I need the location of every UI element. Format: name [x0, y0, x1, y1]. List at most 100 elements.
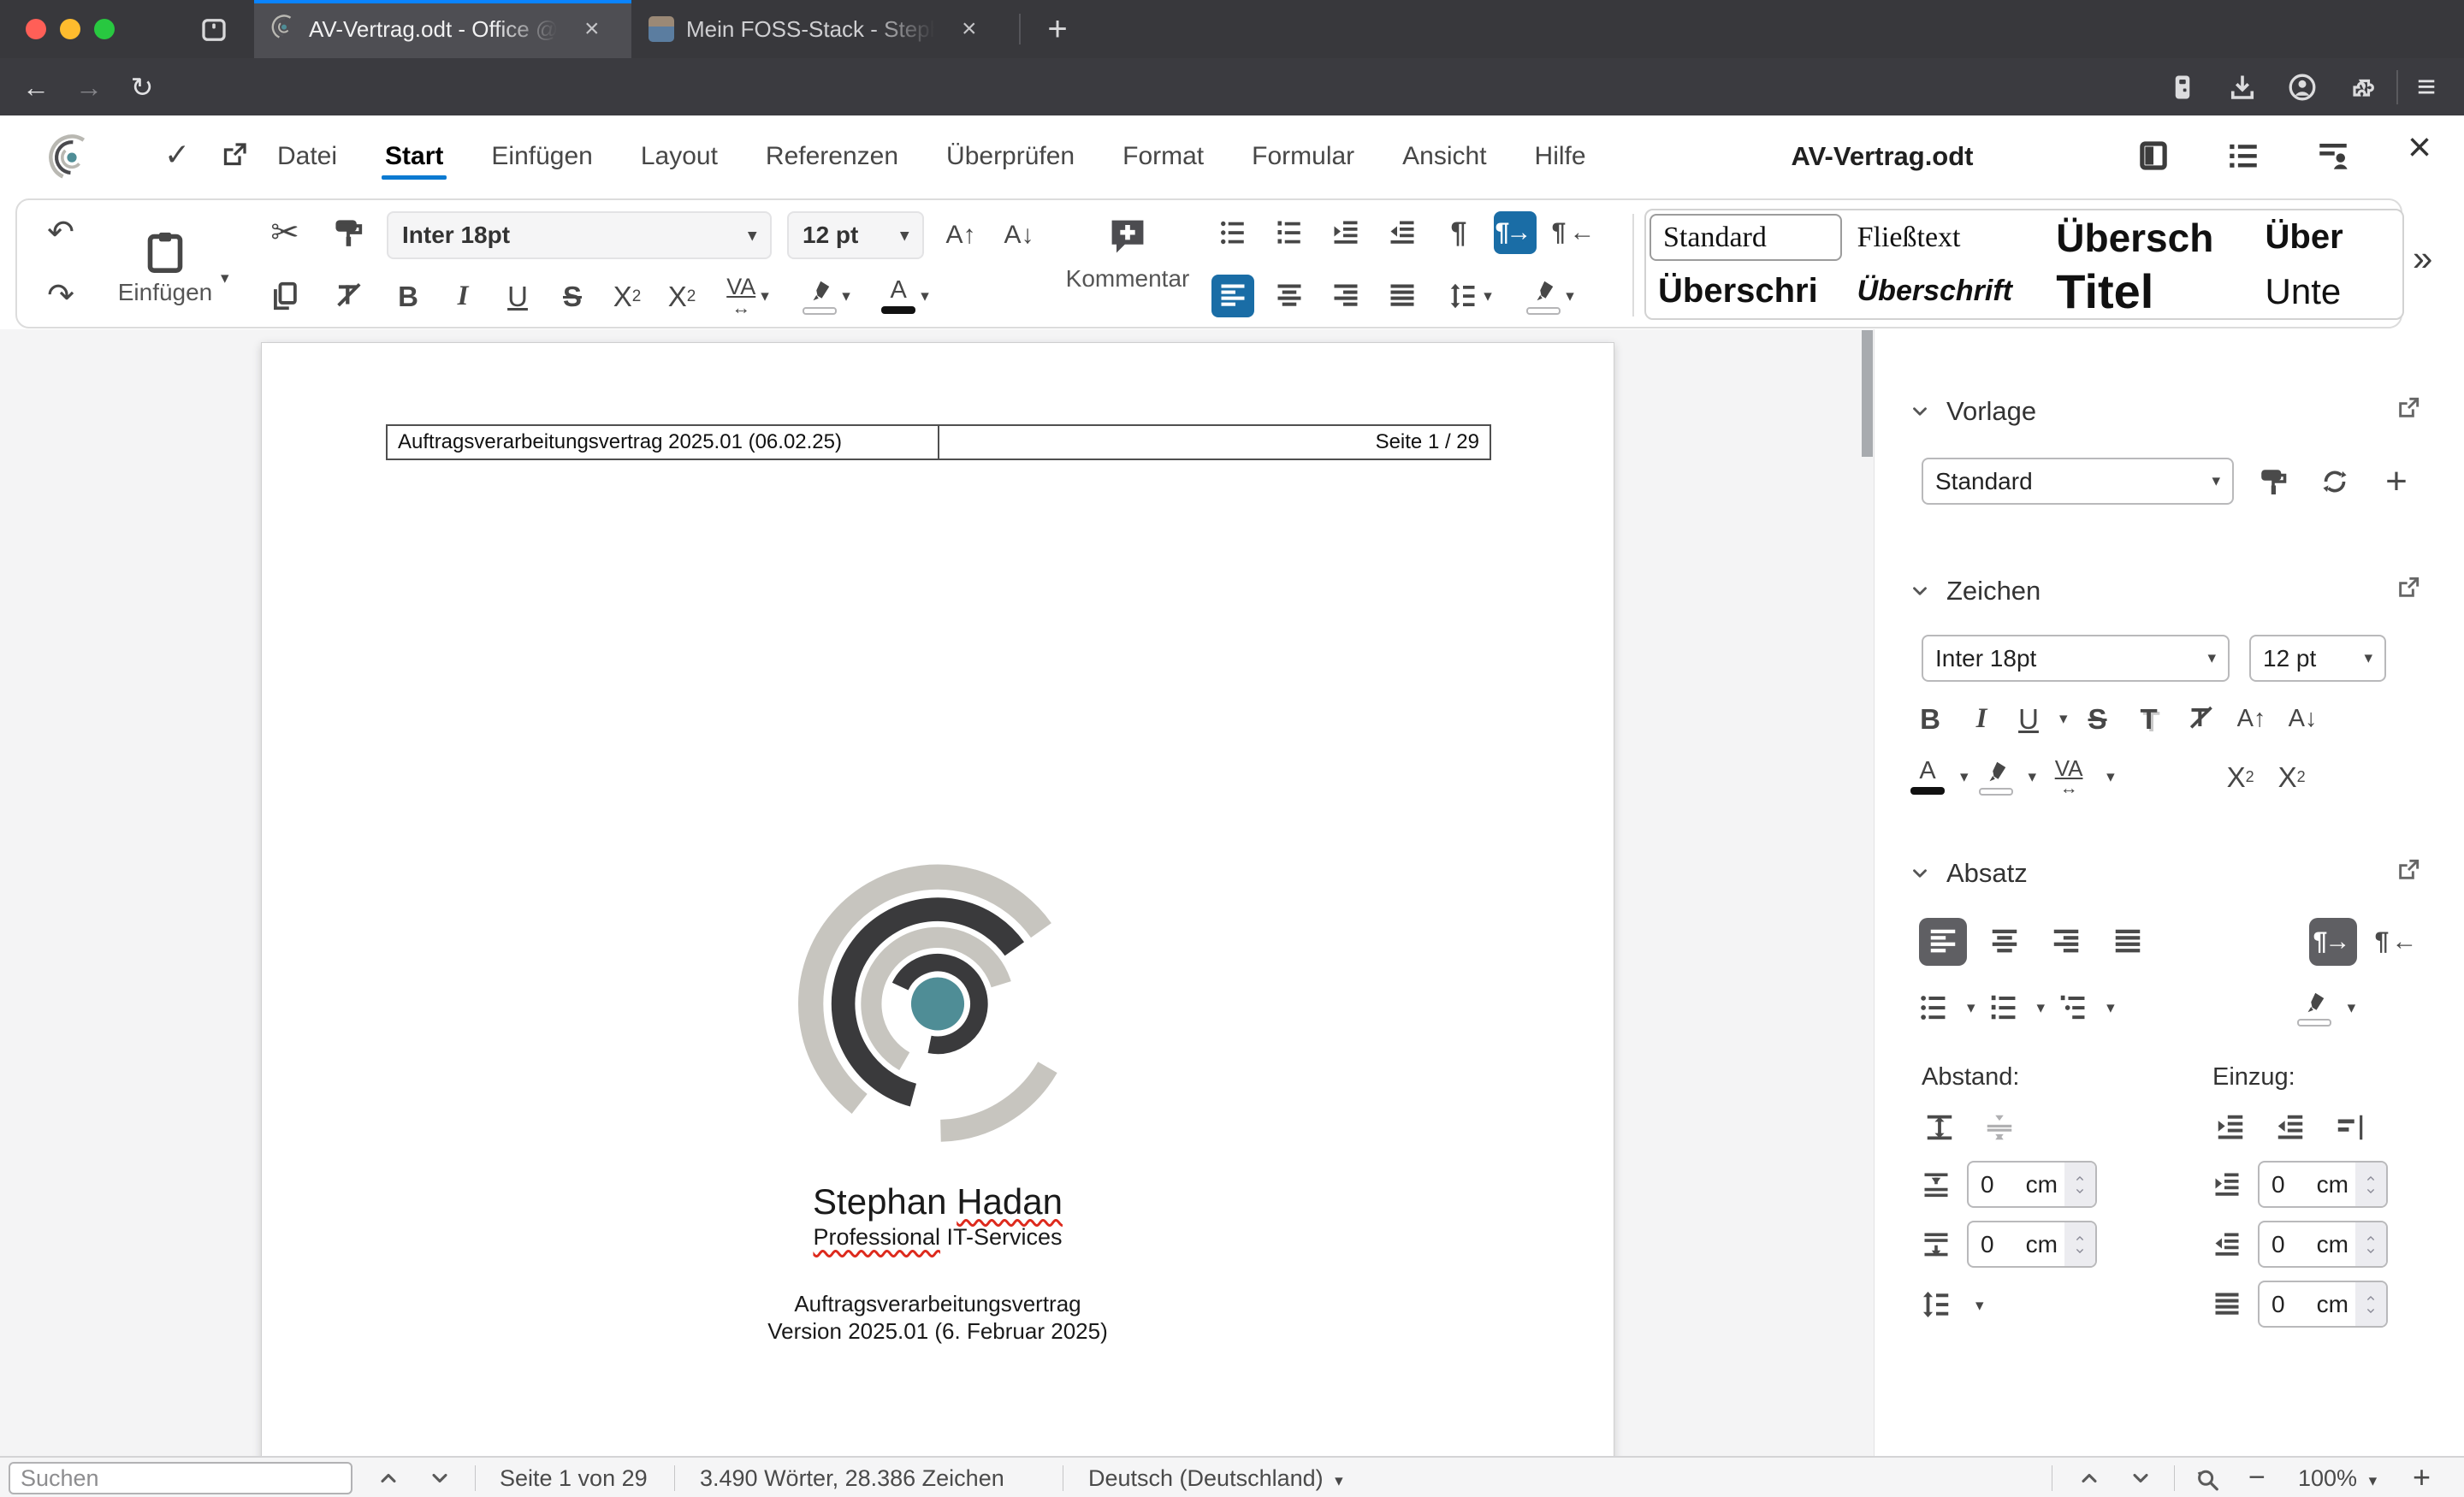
strikethrough-button[interactable]: S — [551, 275, 594, 317]
field-value[interactable]: 0 — [2272, 1291, 2317, 1318]
new-style-plus-icon[interactable]: + — [2372, 458, 2420, 506]
bullet-list-caret[interactable]: ▾ — [1967, 998, 1975, 1018]
language-status[interactable]: Deutsch (Deutschland) ▾ — [1088, 1465, 1343, 1492]
increase-indent-button[interactable] — [1324, 211, 1367, 254]
scroll-down-icon[interactable] — [2129, 1466, 2153, 1490]
increase-spacing-button[interactable] — [1916, 1104, 1964, 1151]
menu-einfuegen[interactable]: Einfügen — [489, 127, 594, 186]
paragraph-background-button[interactable]: ▾ — [1516, 275, 1584, 317]
shrink-font-button[interactable]: A↓ — [998, 214, 1040, 257]
browser-tab-inactive[interactable]: Mein FOSS-Stack - Stephan Ha × — [631, 0, 1019, 58]
account-icon[interactable] — [2285, 70, 2319, 104]
user-list-icon[interactable] — [2315, 138, 2351, 174]
document-canvas[interactable]: Auftragsverarbeitungsvertrag 2025.01 (06… — [0, 329, 1874, 1456]
font-color-button[interactable]: A ▾ — [873, 275, 938, 317]
numbered-list-caret[interactable]: ▾ — [2037, 998, 2046, 1018]
paragraph-ltr-button[interactable]: ¶ → — [2309, 918, 2357, 966]
back-button[interactable]: ← — [19, 70, 53, 104]
italic-button[interactable]: I — [1960, 697, 2003, 740]
paragraph-rtl-button[interactable]: ¶ ← — [2371, 918, 2419, 966]
space-above-field[interactable]: 0 cm — [1967, 1161, 2097, 1208]
align-center-button[interactable] — [1268, 275, 1311, 317]
decrease-spacing-button[interactable] — [1975, 1104, 2023, 1151]
grow-font-button[interactable]: A↑ — [939, 214, 982, 257]
menu-layout[interactable]: Layout — [639, 127, 720, 186]
zoom-level[interactable]: 100% ▾ — [2298, 1465, 2377, 1492]
shrink-font-button[interactable]: A↓ — [2282, 697, 2325, 740]
zeichen-more-options-icon[interactable] — [2395, 574, 2422, 601]
tab-shelf-icon[interactable] — [198, 15, 229, 45]
subscript-button[interactable]: X2 — [606, 275, 649, 317]
style-ueberschrift-1[interactable]: Übersch — [2044, 210, 2253, 264]
decrease-indent-button[interactable] — [2266, 1104, 2314, 1151]
section-vorlage-header[interactable]: Vorlage — [1909, 396, 2036, 427]
paragraph-ltr-button[interactable]: ¶ → — [1494, 211, 1537, 254]
forward-button[interactable]: → — [72, 70, 106, 104]
highlight-caret[interactable]: ▾ — [2029, 767, 2037, 787]
numbered-list-button[interactable] — [1268, 211, 1311, 254]
section-absatz-header[interactable]: Absatz — [1909, 858, 2028, 889]
section-zeichen-header[interactable]: Zeichen — [1909, 576, 2040, 606]
formatting-marks-button[interactable]: ¶ — [1437, 211, 1480, 254]
clear-formatting-button[interactable] — [327, 275, 370, 317]
spacing-caret[interactable]: ▾ — [2106, 767, 2115, 787]
document-page[interactable]: Auftragsverarbeitungsvertrag 2025.01 (06… — [261, 342, 1614, 1456]
menu-ueberpruefen[interactable]: Überprüfen — [945, 127, 1076, 186]
increase-indent-button[interactable] — [2206, 1104, 2254, 1151]
hamburger-menu-icon[interactable]: ≡ — [2409, 70, 2443, 104]
document-search-box[interactable] — [9, 1462, 352, 1494]
highlight-color-button[interactable]: ▾ — [792, 275, 861, 317]
browser-tab-active[interactable]: AV-Vertrag.odt - Office @ Hada × — [254, 0, 631, 58]
indent-before-field[interactable]: 0 cm — [2258, 1161, 2388, 1208]
bullet-list-button[interactable] — [1912, 986, 1955, 1029]
save-check-icon[interactable]: ✓ — [164, 139, 190, 170]
style-fliesstext[interactable]: Fließtext — [1845, 210, 2045, 264]
document-search-input[interactable] — [21, 1464, 341, 1492]
zoom-reset-icon[interactable] — [2194, 1466, 2220, 1492]
style-ueberschrift-2[interactable]: Über — [2254, 210, 2402, 264]
sidebar-font-name-combobox[interactable]: Inter 18pt ▾ — [1922, 635, 2230, 682]
font-size-combobox[interactable]: 12 pt ▾ — [787, 211, 924, 259]
new-tab-button[interactable]: + — [1035, 7, 1080, 51]
character-spacing-button[interactable]: VA ↔ ▾ — [715, 275, 780, 317]
menu-referenzen[interactable]: Referenzen — [764, 127, 900, 186]
downloads-icon[interactable] — [2225, 70, 2260, 104]
search-next-icon[interactable] — [428, 1466, 452, 1490]
stepper[interactable] — [2064, 1222, 2095, 1266]
line-spacing-button[interactable] — [1912, 1281, 1960, 1328]
underline-button[interactable]: U — [2011, 697, 2046, 740]
update-style-roller-icon[interactable] — [2249, 458, 2297, 506]
justify-button[interactable] — [1381, 275, 1424, 317]
align-left-button[interactable] — [1211, 275, 1254, 317]
style-untertitel[interactable]: Unte — [2254, 264, 2402, 318]
line-spacing-caret[interactable]: ▾ — [1975, 1296, 1984, 1316]
superscript-button[interactable]: X2 — [660, 275, 703, 317]
superscript-button[interactable]: X2 — [2219, 755, 2262, 798]
hanging-indent-button[interactable] — [2326, 1104, 2374, 1151]
refresh-style-icon[interactable] — [2311, 458, 2359, 506]
format-paintbrush-button[interactable] — [327, 211, 370, 254]
redo-button[interactable]: ↷ — [39, 275, 82, 317]
align-center-button[interactable] — [1981, 918, 2029, 966]
clear-formatting-button[interactable] — [2179, 697, 2222, 740]
bold-button[interactable]: B — [1909, 697, 1952, 740]
paste-dropdown-caret[interactable]: ▾ — [221, 269, 229, 288]
menu-datei[interactable]: Datei — [275, 127, 339, 186]
bullet-list-button[interactable] — [1211, 211, 1254, 254]
zoom-in-button[interactable]: + — [2413, 1459, 2431, 1495]
outline-list-caret[interactable]: ▾ — [2106, 998, 2115, 1018]
stepper[interactable] — [2064, 1163, 2095, 1206]
font-name-combobox[interactable]: Inter 18pt ▾ — [387, 211, 772, 259]
menu-format[interactable]: Format — [1121, 127, 1205, 186]
stepper[interactable] — [2355, 1163, 2386, 1206]
window-close-button[interactable] — [26, 19, 46, 39]
grow-font-button[interactable]: A↑ — [2230, 697, 2273, 740]
menu-formular[interactable]: Formular — [1250, 127, 1356, 186]
search-previous-icon[interactable] — [376, 1466, 400, 1490]
first-line-indent-field[interactable]: 0 cm — [2258, 1281, 2388, 1328]
bold-button[interactable]: B — [387, 275, 429, 317]
extensions-puzzle-icon[interactable] — [2345, 70, 2379, 104]
shadow-button[interactable]: T — [2128, 697, 2171, 740]
tab-close-icon[interactable]: × — [953, 15, 986, 44]
style-ueberschrift-3[interactable]: Überschri — [1646, 264, 1845, 318]
